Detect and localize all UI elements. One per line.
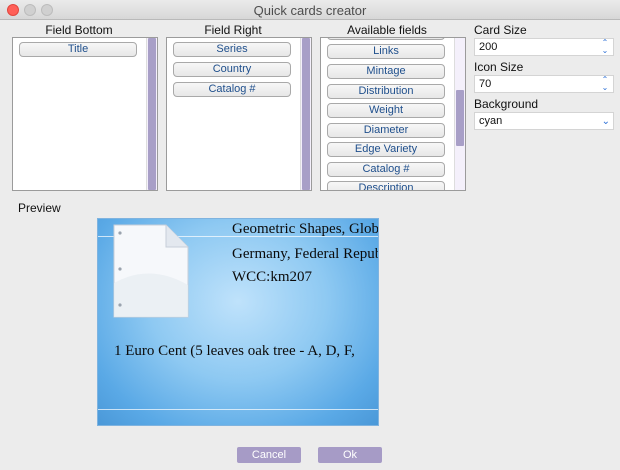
field-bottom-label: Field Bottom (45, 23, 113, 37)
document-icon (113, 224, 189, 318)
field-chip-edge-variety[interactable]: Edge Variety (327, 142, 445, 157)
available-fields-scroll-thumb[interactable] (456, 90, 464, 146)
stepper-icon[interactable]: ⌃ ⌄ (599, 76, 611, 92)
card-catalog-text: WCC:km207 (232, 269, 313, 285)
field-chip-partial[interactable] (327, 38, 445, 40)
field-chip-description[interactable]: Description (327, 181, 445, 190)
field-chip-country[interactable]: Country (173, 62, 291, 77)
background-label: Background (474, 97, 539, 111)
preview-label: Preview (18, 201, 61, 215)
field-chip-distribution[interactable]: Distribution (327, 84, 445, 99)
card-size-label: Card Size (474, 23, 527, 37)
available-fields-label: Available fields (347, 23, 427, 37)
field-bottom-list[interactable]: Title (12, 37, 158, 191)
field-right-scrollbar[interactable] (300, 38, 311, 190)
icon-size-value: 70 (479, 78, 492, 90)
background-value: cyan (479, 115, 503, 127)
card-divider (98, 409, 378, 410)
field-chip-catalog[interactable]: Catalog # (327, 162, 445, 177)
preview-card: Geometric Shapes, Globe Germany, Federal… (97, 218, 379, 426)
available-fields-scrollbar[interactable] (454, 38, 465, 190)
quick-cards-window: Quick cards creator Field Bottom Title F… (0, 0, 620, 470)
card-title-text: 1 Euro Cent (5 leaves oak tree - A, D, F… (114, 343, 355, 359)
field-chip-diameter[interactable]: Diameter (327, 123, 445, 138)
cancel-button[interactable]: Cancel (237, 447, 301, 463)
available-fields-list[interactable]: Links Mintage Distribution Weight Diamet… (320, 37, 466, 191)
field-chip-title[interactable]: Title (19, 42, 137, 57)
card-country-text: Germany, Federal Repub (232, 246, 379, 262)
ok-button[interactable]: Ok (318, 447, 382, 463)
field-bottom-scroll-thumb[interactable] (148, 38, 156, 190)
card-size-field[interactable]: 200 ⌃ ⌄ (474, 38, 614, 56)
chevron-down-icon: ⌄ (601, 116, 610, 127)
field-chip-mintage[interactable]: Mintage (327, 64, 445, 79)
card-series-text: Geometric Shapes, Globe (232, 221, 379, 237)
stepper-icon[interactable]: ⌃ ⌄ (599, 39, 611, 55)
title-bar: Quick cards creator (0, 0, 620, 20)
card-size-value: 200 (479, 41, 498, 53)
field-chip-links[interactable]: Links (327, 44, 445, 59)
field-right-list[interactable]: Series Country Catalog # (166, 37, 312, 191)
background-select[interactable]: cyan ⌄ (474, 112, 614, 130)
field-right-scroll-thumb[interactable] (302, 38, 310, 190)
field-right-label: Field Right (204, 23, 262, 37)
icon-size-field[interactable]: 70 ⌃ ⌄ (474, 75, 614, 93)
field-chip-catalog[interactable]: Catalog # (173, 82, 291, 97)
field-chip-series[interactable]: Series (173, 42, 291, 57)
window-title: Quick cards creator (253, 3, 367, 18)
icon-size-label: Icon Size (474, 60, 524, 74)
field-bottom-scrollbar[interactable] (146, 38, 157, 190)
field-chip-weight[interactable]: Weight (327, 103, 445, 118)
